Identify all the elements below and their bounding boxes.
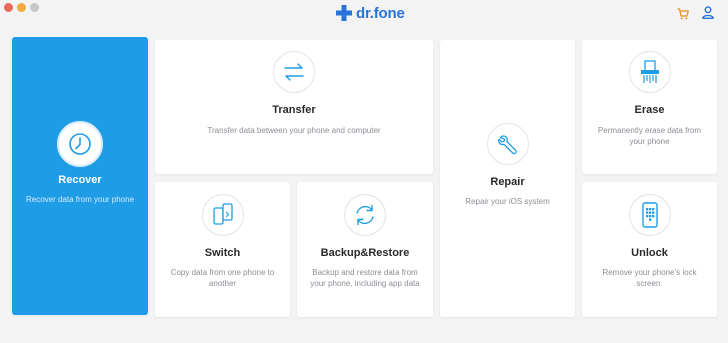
transfer-arrows-icon	[273, 51, 315, 93]
phone-lock-icon	[628, 194, 671, 236]
erase-desc: Permanently erase data from your phone	[597, 126, 702, 146]
close-window-button[interactable]	[4, 3, 13, 12]
shredder-icon	[628, 51, 671, 93]
phones-icon	[201, 194, 244, 236]
title-bar: dr.fone	[0, 0, 728, 30]
recover-desc: Recover data from your phone	[25, 195, 135, 204]
backup-restore-title: Backup&Restore	[320, 247, 410, 259]
switch-desc: Copy data from one phone to another	[170, 268, 275, 288]
zoom-window-button[interactable]	[30, 3, 39, 12]
recover-card[interactable]: Recover Recover data from your phone	[12, 37, 148, 315]
repair-title: Repair	[490, 176, 525, 188]
clock-icon	[57, 121, 103, 167]
app-logo: dr.fone	[336, 4, 405, 22]
unlock-title: Unlock	[631, 247, 668, 259]
erase-title: Erase	[634, 104, 665, 116]
erase-card[interactable]: Erase Permanently erase data from your p…	[582, 40, 717, 174]
recover-title: Recover	[58, 174, 102, 186]
transfer-card[interactable]: Transfer Transfer data between your phon…	[155, 40, 433, 174]
transfer-desc: Transfer data between your phone and com…	[207, 126, 381, 135]
switch-title: Switch	[204, 247, 241, 259]
repair-card[interactable]: Repair Repair your iOS system	[440, 40, 575, 317]
unlock-desc: Remove your phone’s lock screen.	[602, 268, 697, 288]
switch-card[interactable]: Switch Copy data from one phone to anoth…	[155, 182, 290, 317]
sync-icon	[344, 194, 386, 236]
minimize-window-button[interactable]	[17, 3, 26, 12]
user-icon[interactable]	[702, 6, 714, 24]
drfone-plus-icon	[336, 5, 352, 21]
repair-desc: Repair your iOS system	[465, 197, 550, 206]
app-logo-text: dr.fone	[356, 4, 405, 22]
backup-restore-card[interactable]: Backup&Restore Backup and restore data f…	[297, 182, 433, 317]
backup-restore-desc: Backup and restore data from your phone,…	[310, 268, 420, 288]
wrench-icon	[486, 123, 529, 165]
cart-icon[interactable]	[677, 7, 689, 25]
transfer-title: Transfer	[272, 104, 316, 116]
unlock-card[interactable]: Unlock Remove your phone’s lock screen.	[582, 182, 717, 317]
